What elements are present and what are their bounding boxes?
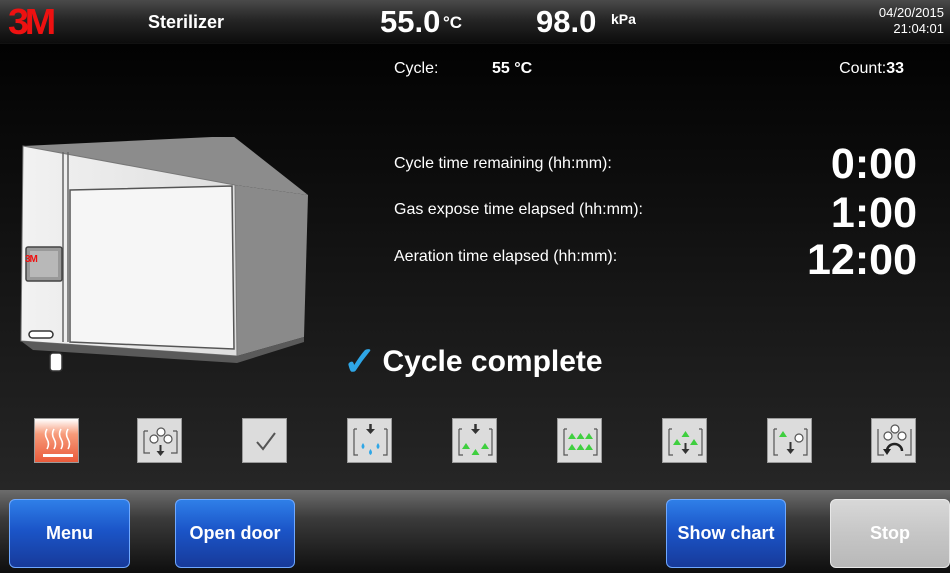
step-gas-inject: [452, 418, 497, 463]
pressure-unit: kPa: [611, 11, 636, 27]
date-display: 04/20/2015: [878, 5, 944, 20]
count-value: 33: [886, 60, 904, 77]
status-header: 3M Sterilizer 55.0 °C 98.0 kPa 04/20/201…: [0, 0, 950, 44]
temperature-unit: °C: [443, 13, 463, 32]
status-message: Cycle complete: [382, 345, 603, 378]
count-display: Count:33: [839, 60, 904, 78]
temperature-value: 55.0: [380, 4, 441, 39]
gas-inject-icon: [458, 424, 493, 456]
cycle-time-remaining-value: 0:00: [830, 140, 917, 188]
show-chart-button[interactable]: Show chart: [666, 499, 786, 568]
aeration-time-label: Aeration time elapsed (hh:mm):: [394, 248, 618, 265]
menu-button[interactable]: Menu: [9, 499, 130, 568]
cycle-label: Cycle:: [394, 60, 439, 77]
step-check: [242, 418, 287, 463]
gas-expose-time-label: Gas expose time elapsed (hh:mm):: [394, 201, 643, 218]
count-label: Count:: [839, 60, 887, 77]
heat-waves-icon: [43, 428, 73, 457]
checkmark-icon: [256, 432, 276, 451]
cycle-time-remaining-label: Cycle time remaining (hh:mm):: [394, 155, 612, 172]
step-exhaust: [767, 418, 812, 463]
stop-button[interactable]: Stop: [830, 499, 950, 568]
step-humidify: [347, 418, 392, 463]
gas-down-arrow-icon: [668, 428, 703, 456]
time-display: 21:04:01: [893, 21, 944, 36]
circles-cycle-icon: [877, 424, 912, 456]
checkmark-icon: ✓: [343, 340, 377, 384]
pressure-value: 98.0: [536, 4, 597, 39]
3m-logo: 3M: [7, 1, 56, 42]
cycle-status: ✓ Cycle complete: [343, 339, 603, 385]
step-aerate: [871, 418, 916, 463]
main-panel: 3M Cycle: 55 °C Count:33 Cycle time rema…: [0, 44, 950, 490]
step-expose: [557, 418, 602, 463]
gas-expose-time-value: 1:00: [830, 189, 917, 237]
device-brand-mark: 3M: [25, 254, 38, 265]
circles-down-arrow-icon: [143, 427, 178, 456]
step-heat: [34, 418, 79, 463]
exhaust-circle-icon: [773, 428, 808, 456]
app-title: Sterilizer: [148, 12, 225, 32]
footer-bar: Menu Open door Show chart Stop: [0, 490, 950, 573]
gas-triangles-icon: [563, 428, 598, 456]
cycle-value: 55 °C: [492, 60, 533, 77]
step-evacuate: [662, 418, 707, 463]
sterilizer-illustration: [20, 137, 308, 372]
water-drops-icon: [353, 424, 388, 456]
aeration-time-value: 12:00: [807, 236, 917, 284]
open-door-button[interactable]: Open door: [175, 499, 295, 568]
step-load: [137, 418, 182, 463]
